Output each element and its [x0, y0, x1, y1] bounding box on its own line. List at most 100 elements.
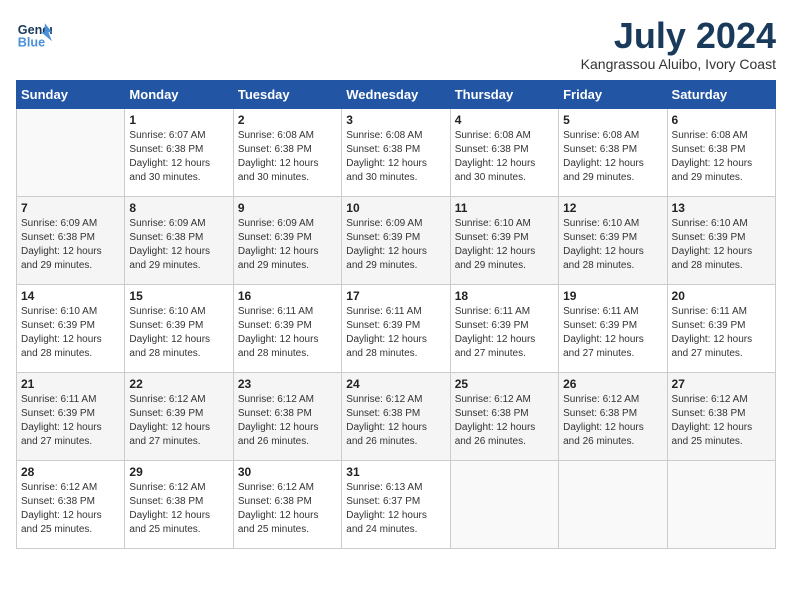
- day-number: 16: [238, 289, 337, 303]
- calendar-cell: 15 Sunrise: 6:10 AM Sunset: 6:39 PM Dayli…: [125, 284, 233, 372]
- calendar-cell: 10 Sunrise: 6:09 AM Sunset: 6:39 PM Dayli…: [342, 196, 450, 284]
- calendar-table: SundayMondayTuesdayWednesdayThursdayFrid…: [16, 80, 776, 549]
- calendar-cell: 3 Sunrise: 6:08 AM Sunset: 6:38 PM Daylig…: [342, 108, 450, 196]
- day-number: 31: [346, 465, 445, 479]
- day-info: Sunrise: 6:12 AM Sunset: 6:38 PM Dayligh…: [129, 481, 228, 537]
- day-number: 9: [238, 201, 337, 215]
- day-number: 7: [21, 201, 120, 215]
- day-number: 23: [238, 377, 337, 391]
- day-info: Sunrise: 6:12 AM Sunset: 6:39 PM Dayligh…: [129, 393, 228, 449]
- calendar-cell: 19 Sunrise: 6:11 AM Sunset: 6:39 PM Dayli…: [559, 284, 667, 372]
- calendar-cell: 5 Sunrise: 6:08 AM Sunset: 6:38 PM Daylig…: [559, 108, 667, 196]
- month-year: July 2024: [581, 16, 776, 56]
- day-info: Sunrise: 6:11 AM Sunset: 6:39 PM Dayligh…: [21, 393, 120, 449]
- calendar-cell: 24 Sunrise: 6:12 AM Sunset: 6:38 PM Dayli…: [342, 372, 450, 460]
- day-number: 17: [346, 289, 445, 303]
- day-info: Sunrise: 6:08 AM Sunset: 6:38 PM Dayligh…: [455, 129, 554, 185]
- day-number: 3: [346, 113, 445, 127]
- day-info: Sunrise: 6:13 AM Sunset: 6:37 PM Dayligh…: [346, 481, 445, 537]
- day-info: Sunrise: 6:12 AM Sunset: 6:38 PM Dayligh…: [346, 393, 445, 449]
- calendar-cell: 20 Sunrise: 6:11 AM Sunset: 6:39 PM Dayli…: [667, 284, 775, 372]
- day-info: Sunrise: 6:12 AM Sunset: 6:38 PM Dayligh…: [563, 393, 662, 449]
- day-info: Sunrise: 6:11 AM Sunset: 6:39 PM Dayligh…: [346, 305, 445, 361]
- calendar-cell: 11 Sunrise: 6:10 AM Sunset: 6:39 PM Dayli…: [450, 196, 558, 284]
- day-of-week-header: Tuesday: [233, 80, 341, 108]
- day-info: Sunrise: 6:10 AM Sunset: 6:39 PM Dayligh…: [563, 217, 662, 273]
- day-info: Sunrise: 6:09 AM Sunset: 6:39 PM Dayligh…: [238, 217, 337, 273]
- calendar-cell: 12 Sunrise: 6:10 AM Sunset: 6:39 PM Dayli…: [559, 196, 667, 284]
- day-number: 10: [346, 201, 445, 215]
- day-info: Sunrise: 6:12 AM Sunset: 6:38 PM Dayligh…: [455, 393, 554, 449]
- calendar-cell: 29Sunrise: 6:12 AM Sunset: 6:38 PM Dayli…: [125, 460, 233, 548]
- calendar-cell: 30 Sunrise: 6:12 AM Sunset: 6:38 PM Dayli…: [233, 460, 341, 548]
- day-info: Sunrise: 6:11 AM Sunset: 6:39 PM Dayligh…: [455, 305, 554, 361]
- location: Kangrassou Aluibo, Ivory Coast: [581, 56, 776, 72]
- day-of-week-header: Friday: [559, 80, 667, 108]
- calendar-cell: 4Sunrise: 6:08 AM Sunset: 6:38 PM Daylig…: [450, 108, 558, 196]
- calendar-cell: 14Sunrise: 6:10 AM Sunset: 6:39 PM Dayli…: [17, 284, 125, 372]
- day-number: 20: [672, 289, 771, 303]
- day-info: Sunrise: 6:12 AM Sunset: 6:38 PM Dayligh…: [672, 393, 771, 449]
- calendar-cell: 27 Sunrise: 6:12 AM Sunset: 6:38 PM Dayli…: [667, 372, 775, 460]
- calendar-header: SundayMondayTuesdayWednesdayThursdayFrid…: [17, 80, 776, 108]
- day-number: 6: [672, 113, 771, 127]
- day-of-week-header: Monday: [125, 80, 233, 108]
- day-info: Sunrise: 6:11 AM Sunset: 6:39 PM Dayligh…: [563, 305, 662, 361]
- day-number: 18: [455, 289, 554, 303]
- calendar-cell: 18 Sunrise: 6:11 AM Sunset: 6:39 PM Dayli…: [450, 284, 558, 372]
- day-info: Sunrise: 6:10 AM Sunset: 6:39 PM Dayligh…: [455, 217, 554, 273]
- title-block: July 2024 Kangrassou Aluibo, Ivory Coast: [581, 16, 776, 72]
- day-info: Sunrise: 6:11 AM Sunset: 6:39 PM Dayligh…: [672, 305, 771, 361]
- day-info: Sunrise: 6:11 AM Sunset: 6:39 PM Dayligh…: [238, 305, 337, 361]
- calendar-cell: 7 Sunrise: 6:09 AM Sunset: 6:38 PM Daylig…: [17, 196, 125, 284]
- day-number: 2: [238, 113, 337, 127]
- day-number: 15: [129, 289, 228, 303]
- day-info: Sunrise: 6:08 AM Sunset: 6:38 PM Dayligh…: [238, 129, 337, 185]
- calendar-cell: 16 Sunrise: 6:11 AM Sunset: 6:39 PM Dayli…: [233, 284, 341, 372]
- day-info: Sunrise: 6:07 AM Sunset: 6:38 PM Dayligh…: [129, 129, 228, 185]
- day-number: 19: [563, 289, 662, 303]
- day-number: 12: [563, 201, 662, 215]
- calendar-cell: 9 Sunrise: 6:09 AM Sunset: 6:39 PM Daylig…: [233, 196, 341, 284]
- calendar-cell: 13 Sunrise: 6:10 AM Sunset: 6:39 PM Dayli…: [667, 196, 775, 284]
- day-info: Sunrise: 6:09 AM Sunset: 6:38 PM Dayligh…: [129, 217, 228, 273]
- day-number: 24: [346, 377, 445, 391]
- day-info: Sunrise: 6:10 AM Sunset: 6:39 PM Dayligh…: [672, 217, 771, 273]
- svg-text:Blue: Blue: [18, 36, 45, 50]
- day-number: 5: [563, 113, 662, 127]
- calendar-cell: 8 Sunrise: 6:09 AM Sunset: 6:38 PM Daylig…: [125, 196, 233, 284]
- day-info: Sunrise: 6:08 AM Sunset: 6:38 PM Dayligh…: [672, 129, 771, 185]
- calendar-cell: 22 Sunrise: 6:12 AM Sunset: 6:39 PM Dayli…: [125, 372, 233, 460]
- day-number: 8: [129, 201, 228, 215]
- day-info: Sunrise: 6:08 AM Sunset: 6:38 PM Dayligh…: [346, 129, 445, 185]
- calendar-cell: 31 Sunrise: 6:13 AM Sunset: 6:37 PM Dayli…: [342, 460, 450, 548]
- day-info: Sunrise: 6:08 AM Sunset: 6:38 PM Dayligh…: [563, 129, 662, 185]
- calendar-cell: [450, 460, 558, 548]
- day-number: 22: [129, 377, 228, 391]
- day-number: 11: [455, 201, 554, 215]
- day-number: 1: [129, 113, 228, 127]
- day-number: 28: [21, 465, 120, 479]
- calendar-cell: [17, 108, 125, 196]
- logo-icon: General Blue: [16, 16, 52, 52]
- calendar-cell: 23 Sunrise: 6:12 AM Sunset: 6:38 PM Dayli…: [233, 372, 341, 460]
- calendar-cell: 2 Sunrise: 6:08 AM Sunset: 6:38 PM Daylig…: [233, 108, 341, 196]
- day-number: 13: [672, 201, 771, 215]
- calendar-cell: 1 Sunrise: 6:07 AM Sunset: 6:38 PM Daylig…: [125, 108, 233, 196]
- calendar-cell: [559, 460, 667, 548]
- day-info: Sunrise: 6:12 AM Sunset: 6:38 PM Dayligh…: [238, 393, 337, 449]
- day-of-week-header: Wednesday: [342, 80, 450, 108]
- day-number: 30: [238, 465, 337, 479]
- day-number: 27: [672, 377, 771, 391]
- day-of-week-header: Thursday: [450, 80, 558, 108]
- day-info: Sunrise: 6:10 AM Sunset: 6:39 PM Dayligh…: [129, 305, 228, 361]
- day-info: Sunrise: 6:09 AM Sunset: 6:38 PM Dayligh…: [21, 217, 120, 273]
- day-of-week-header: Sunday: [17, 80, 125, 108]
- day-of-week-header: Saturday: [667, 80, 775, 108]
- day-number: 26: [563, 377, 662, 391]
- day-info: Sunrise: 6:12 AM Sunset: 6:38 PM Dayligh…: [21, 481, 120, 537]
- calendar-cell: 25Sunrise: 6:12 AM Sunset: 6:38 PM Dayli…: [450, 372, 558, 460]
- day-info: Sunrise: 6:10 AM Sunset: 6:39 PM Dayligh…: [21, 305, 120, 361]
- day-info: Sunrise: 6:09 AM Sunset: 6:39 PM Dayligh…: [346, 217, 445, 273]
- day-info: Sunrise: 6:12 AM Sunset: 6:38 PM Dayligh…: [238, 481, 337, 537]
